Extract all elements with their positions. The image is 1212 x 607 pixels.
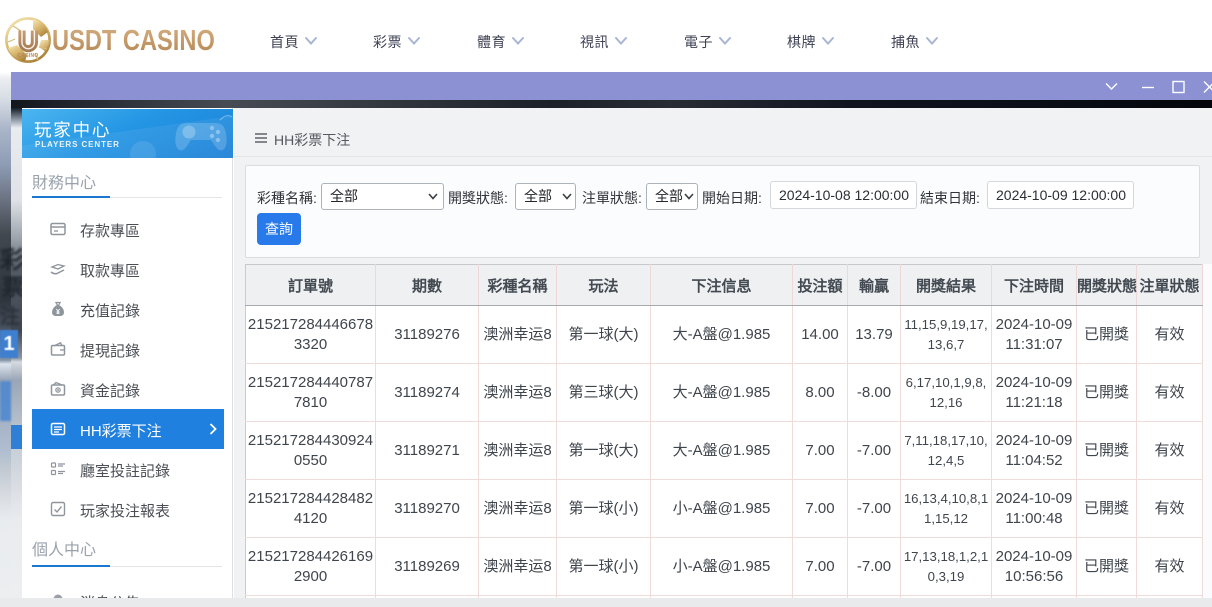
- svg-text:CASINO: CASINO: [17, 53, 38, 59]
